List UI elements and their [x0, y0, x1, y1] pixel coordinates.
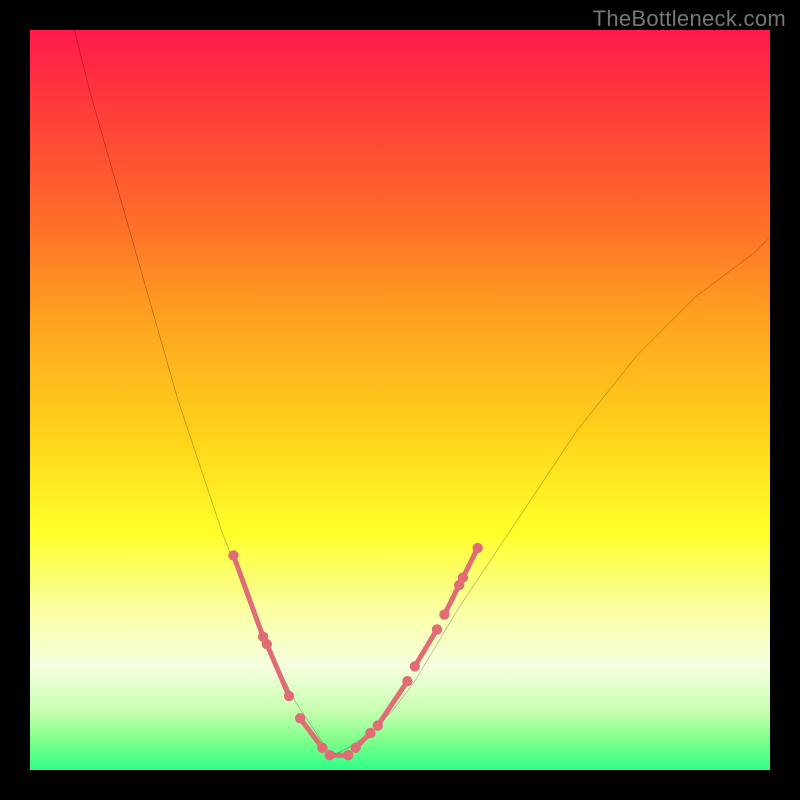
- highlight-dot-1-0: [262, 639, 272, 649]
- highlight-dot-7-0: [439, 609, 449, 619]
- highlight-dot-8-0: [458, 572, 468, 582]
- highlight-dot-6-0: [410, 661, 420, 671]
- highlight-dot-1-1: [284, 691, 294, 701]
- highlight-dot-5-0: [373, 720, 383, 730]
- highlight-dot-5-1: [402, 676, 412, 686]
- highlight-dot-2-0: [295, 713, 305, 723]
- highlight-dot-8-1: [473, 543, 483, 553]
- highlight-dot-3-0: [325, 750, 335, 760]
- watermark-text: TheBottleneck.com: [593, 6, 786, 32]
- chart-background: [30, 30, 770, 770]
- chart-plot: [30, 30, 770, 770]
- highlight-dot-4-1: [365, 728, 375, 738]
- highlight-dot-0-0: [228, 550, 238, 560]
- highlight-dot-4-0: [350, 743, 360, 753]
- highlight-dot-2-1: [317, 743, 327, 753]
- highlight-dot-3-1: [343, 750, 353, 760]
- outer-frame: TheBottleneck.com: [0, 0, 800, 800]
- highlight-dot-6-1: [432, 624, 442, 634]
